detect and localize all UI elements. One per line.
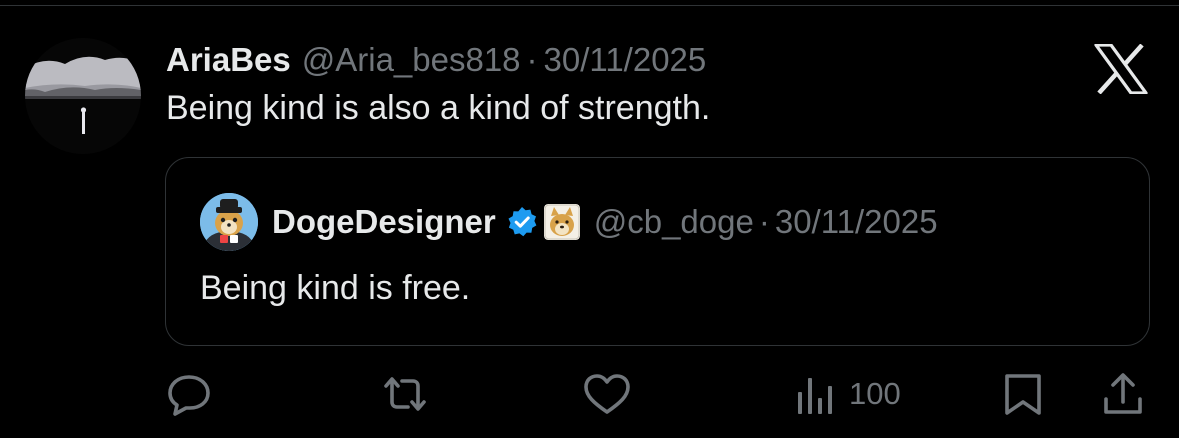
quoted-header-separator: ·	[758, 203, 770, 240]
views-count: 100	[849, 376, 901, 411]
quoted-author-avatar[interactable]	[200, 193, 258, 251]
reply-button[interactable]	[166, 372, 212, 416]
reply-icon	[168, 375, 210, 416]
doge-affiliate-badge-icon	[543, 204, 580, 240]
top-divider	[0, 5, 1179, 6]
repost-icon	[384, 377, 426, 411]
post-header: AriaBes @Aria_bes818 · 30/11/2025	[166, 38, 706, 82]
like-button[interactable]	[582, 372, 632, 416]
verified-badge-icon	[508, 207, 537, 237]
heart-icon	[584, 374, 630, 414]
post-text: Being kind is also a kind of strength.	[166, 89, 711, 127]
quoted-post-card[interactable]: DogeDesigner @cb_doge · 30/11/2025 Being…	[165, 157, 1150, 346]
author-name[interactable]: AriaBes	[166, 41, 291, 79]
author-avatar[interactable]	[25, 38, 141, 154]
bookmark-button[interactable]	[1001, 372, 1045, 416]
author-handle[interactable]: @Aria_bes818	[302, 41, 521, 79]
post-date[interactable]: 30/11/2025	[544, 41, 707, 79]
quoted-author-handle[interactable]: @cb_doge	[594, 203, 754, 241]
views-button[interactable]: 100	[795, 372, 901, 416]
quoted-post-date[interactable]: 30/11/2025	[775, 203, 938, 241]
quoted-post-header: DogeDesigner @cb_doge · 30/11/2025	[272, 200, 938, 244]
quoted-post-text: Being kind is free.	[200, 269, 471, 307]
header-separator: ·	[526, 41, 538, 78]
x-logo-icon	[1094, 43, 1148, 95]
bookmark-icon	[1005, 374, 1041, 415]
repost-button[interactable]	[382, 372, 428, 416]
share-button[interactable]	[1101, 372, 1145, 416]
quoted-author-name[interactable]: DogeDesigner	[272, 203, 496, 241]
share-icon	[1104, 373, 1142, 414]
views-icon	[798, 378, 832, 414]
